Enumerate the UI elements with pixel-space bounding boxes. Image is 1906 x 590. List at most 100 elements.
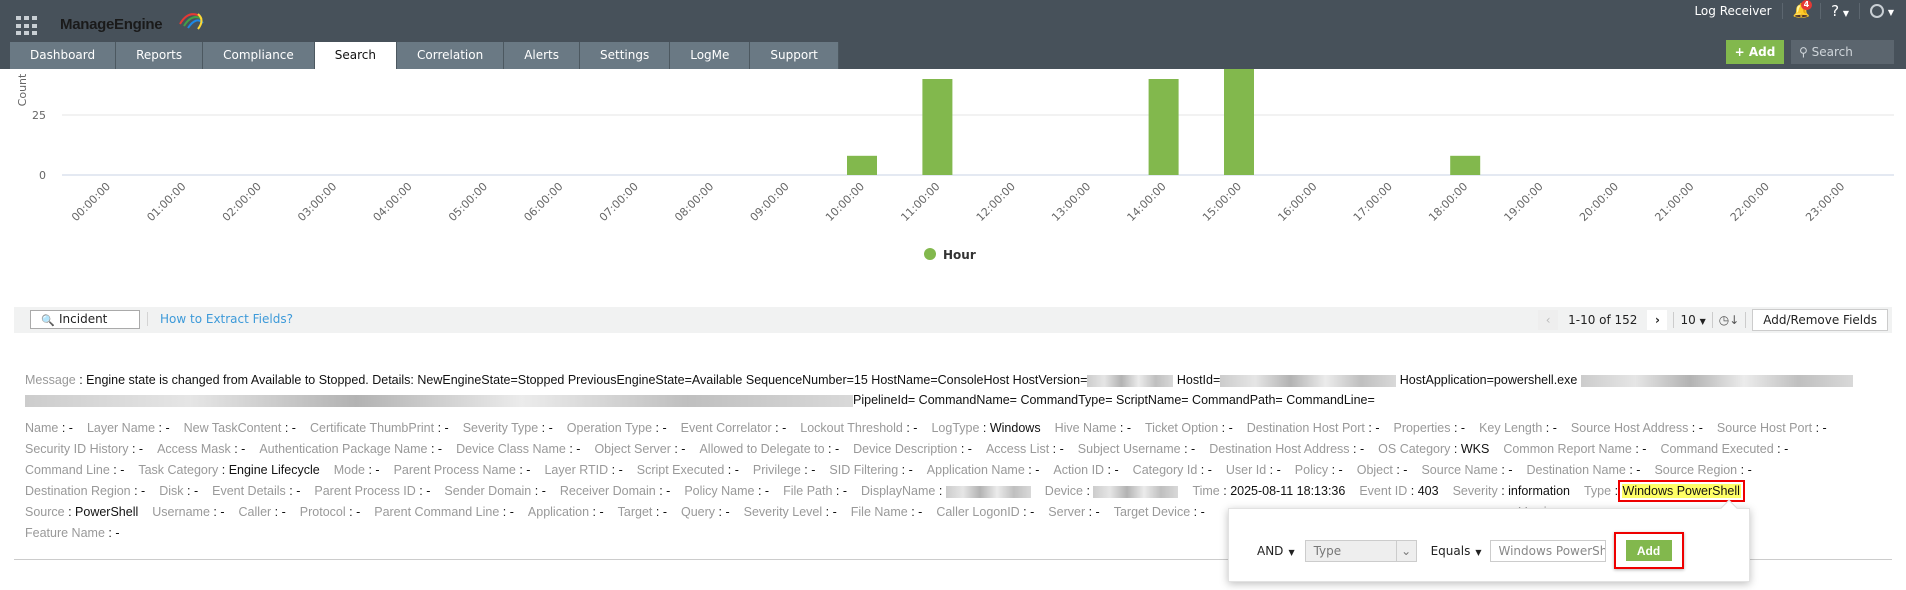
field-item[interactable]: Event Details : - xyxy=(212,484,300,498)
field-item[interactable]: Action ID : - xyxy=(1053,463,1118,477)
field-value[interactable]: 2025-08-11 18:13:36 xyxy=(1230,484,1345,498)
field-item[interactable]: SID Filtering : - xyxy=(829,463,912,477)
field-value[interactable]: - xyxy=(1784,442,1788,456)
field-value[interactable]: 403 xyxy=(1418,484,1439,498)
field-item[interactable]: Source Name : - xyxy=(1421,463,1512,477)
field-item[interactable]: Category Id : - xyxy=(1133,463,1212,477)
field-item[interactable]: Device Description : - xyxy=(853,442,972,456)
field-value[interactable]: - xyxy=(1127,421,1131,435)
field-value[interactable]: - xyxy=(1339,463,1343,477)
field-value[interactable]: - xyxy=(139,442,143,456)
field-item[interactable]: Severity Level : - xyxy=(744,505,837,519)
field-value[interactable]: - xyxy=(1115,463,1119,477)
field-item[interactable]: Policy Name : - xyxy=(684,484,769,498)
field-value[interactable]: - xyxy=(1403,463,1407,477)
field-item[interactable]: Event ID : 403 xyxy=(1359,484,1438,498)
operator-select[interactable]: Equals ▼ xyxy=(1431,544,1482,558)
tab-compliance[interactable]: Compliance xyxy=(203,42,315,69)
field-item[interactable]: Hive Name : - xyxy=(1055,421,1131,435)
global-search-input[interactable]: ⚲ Search xyxy=(1791,40,1894,64)
field-item[interactable]: LogType : Windows xyxy=(931,421,1040,435)
field-item[interactable]: Common Report Name : - xyxy=(1503,442,1646,456)
field-value[interactable]: - xyxy=(599,505,603,519)
field-item[interactable]: Source Host Port : - xyxy=(1717,421,1827,435)
field-item[interactable]: New TaskContent : - xyxy=(184,421,296,435)
manageengine-logo[interactable]: ManageEngine xyxy=(60,13,204,33)
field-value[interactable]: - xyxy=(1277,463,1281,477)
field-value[interactable]: - xyxy=(241,442,245,456)
field-value[interactable]: - xyxy=(909,463,913,477)
field-item[interactable]: File Path : - xyxy=(783,484,847,498)
field-value[interactable]: - xyxy=(115,526,119,540)
field-value[interactable]: PowerShell xyxy=(75,505,138,519)
field-item[interactable]: Feature Name : - xyxy=(25,526,120,540)
field-item[interactable]: Parent Command Line : - xyxy=(374,505,514,519)
field-item[interactable]: Caller : - xyxy=(239,505,286,519)
field-item[interactable]: User Id : - xyxy=(1226,463,1281,477)
field-item[interactable]: Destination Host Address : - xyxy=(1209,442,1364,456)
field-value[interactable]: - xyxy=(282,505,286,519)
field-item[interactable]: Source Region : - xyxy=(1654,463,1751,477)
field-value[interactable]: - xyxy=(438,442,442,456)
field-item[interactable]: Destination Region : - xyxy=(25,484,145,498)
field-item[interactable]: Query : - xyxy=(681,505,730,519)
sort-time-icon[interactable]: ◷↓ xyxy=(1719,313,1740,327)
field-item[interactable]: Mode : - xyxy=(334,463,380,477)
field-value[interactable]: - xyxy=(194,484,198,498)
field-value[interactable]: - xyxy=(681,442,685,456)
tab-support[interactable]: Support xyxy=(750,42,839,69)
field-value[interactable]: - xyxy=(1508,463,1512,477)
tab-search[interactable]: Search xyxy=(314,42,398,69)
field-value[interactable]: - xyxy=(576,442,580,456)
field-item[interactable]: Event Correlator : - xyxy=(681,421,787,435)
field-value[interactable]: - xyxy=(811,463,815,477)
field-value[interactable]: - xyxy=(835,442,839,456)
logic-select[interactable]: AND ▼ xyxy=(1257,544,1295,558)
field-value[interactable]: - xyxy=(662,421,666,435)
field-item[interactable]: Policy : - xyxy=(1295,463,1343,477)
field-value[interactable]: - xyxy=(1191,442,1195,456)
field-item[interactable]: Lockout Threshold : - xyxy=(800,421,917,435)
field-value[interactable]: - xyxy=(510,505,514,519)
field-item[interactable]: Sender Domain : - xyxy=(444,484,545,498)
tab-correlation[interactable]: Correlation xyxy=(397,42,505,69)
field-value[interactable]: - xyxy=(1030,505,1034,519)
field-item[interactable]: Access Mask : - xyxy=(157,442,245,456)
field-value[interactable]: - xyxy=(663,505,667,519)
field-item[interactable]: Object Server : - xyxy=(594,442,685,456)
field-value[interactable]: - xyxy=(1461,421,1465,435)
field-value[interactable]: - xyxy=(843,484,847,498)
page-size-select[interactable]: 10 ▼ xyxy=(1680,313,1705,327)
field-item[interactable]: Subject Username : - xyxy=(1078,442,1195,456)
field-item[interactable]: Receiver Domain : - xyxy=(560,484,670,498)
field-item[interactable]: Object : - xyxy=(1357,463,1408,477)
help-menu[interactable]: ? ▼ xyxy=(1831,2,1849,20)
field-item[interactable]: Device Class Name : - xyxy=(456,442,580,456)
field-value[interactable]: - xyxy=(542,484,546,498)
incident-button[interactable]: 🔍 Incident xyxy=(30,310,140,329)
field-value[interactable]: - xyxy=(619,463,623,477)
field-value[interactable]: - xyxy=(765,484,769,498)
field-item[interactable]: Destination Host Port : - xyxy=(1247,421,1380,435)
field-value[interactable]: - xyxy=(292,421,296,435)
field-item[interactable]: Target Device : - xyxy=(1114,505,1205,519)
field-item[interactable]: Source : PowerShell xyxy=(25,505,138,519)
field-value[interactable]: - xyxy=(1699,421,1703,435)
field-value[interactable]: - xyxy=(1035,463,1039,477)
field-item[interactable]: Task Category : Engine Lifecycle xyxy=(138,463,319,477)
field-value[interactable]: - xyxy=(1553,421,1557,435)
field-value[interactable]: Windows xyxy=(990,421,1041,435)
field-item[interactable]: Server : - xyxy=(1048,505,1099,519)
field-value[interactable]: - xyxy=(1060,442,1064,456)
field-value[interactable]: - xyxy=(968,442,972,456)
field-value[interactable]: - xyxy=(526,463,530,477)
field-item[interactable]: Key Length : - xyxy=(1479,421,1557,435)
tab-logme[interactable]: LogMe xyxy=(670,42,751,69)
field-item[interactable]: Device : xyxy=(1045,484,1179,498)
add-button[interactable]: + Add xyxy=(1726,40,1784,64)
field-select[interactable]: Type ⌄ xyxy=(1304,539,1417,562)
field-value[interactable]: - xyxy=(1229,421,1233,435)
field-value[interactable]: WKS xyxy=(1461,442,1489,456)
add-filter-button[interactable]: Add xyxy=(1625,540,1672,561)
field-item[interactable]: Layer RTID : - xyxy=(544,463,622,477)
